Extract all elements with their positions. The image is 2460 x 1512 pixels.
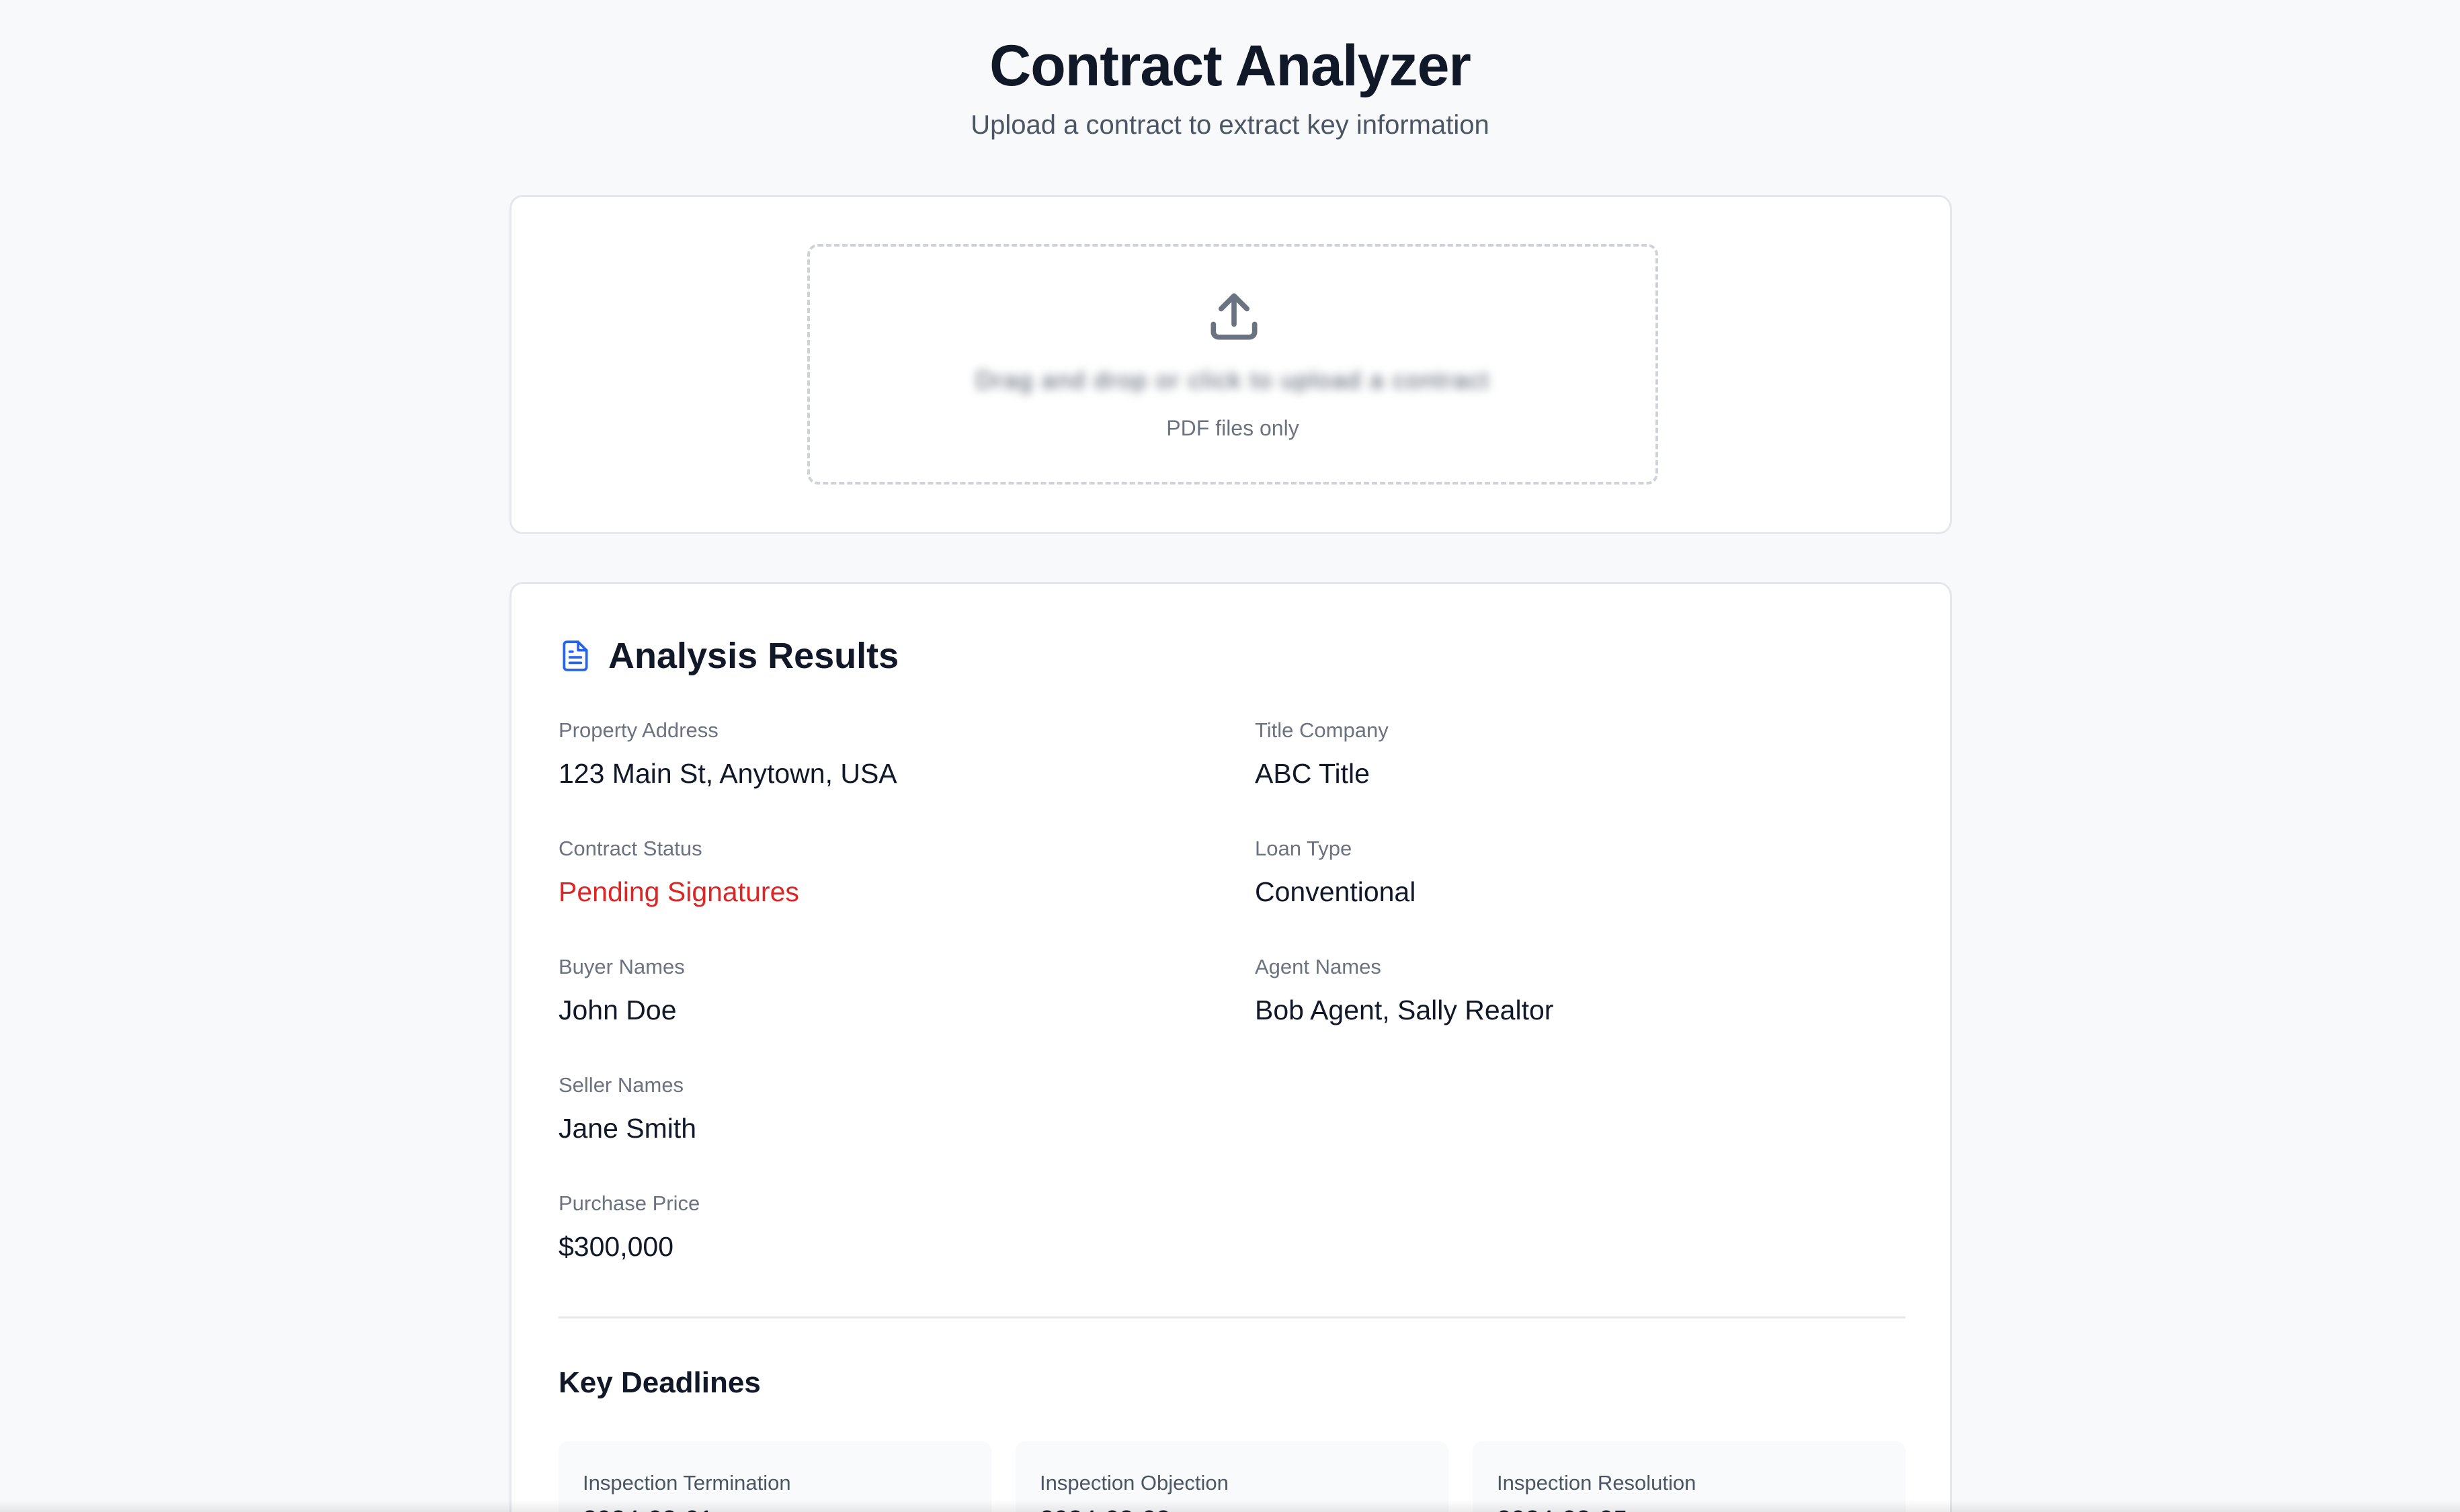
section-divider xyxy=(559,1316,1905,1318)
field-value: John Doe xyxy=(559,995,677,1025)
contract-status-field: Contract Status Pending Signatures xyxy=(559,835,1163,909)
upload-prompt: Drag and drop or click to upload a contr… xyxy=(975,366,1490,394)
field-value: Jane Smith xyxy=(559,1113,697,1144)
results-card: Analysis Results Property Address 123 Ma… xyxy=(509,582,1952,1512)
field-value: Bob Agent, Sally Realtor xyxy=(1255,995,1554,1025)
deadlines-title: Key Deadlines xyxy=(559,1366,761,1399)
seller-names-field: Seller Names Jane Smith xyxy=(559,1072,1163,1146)
field-label: Purchase Price xyxy=(559,1191,700,1215)
upload-icon xyxy=(1211,293,1258,340)
loan-type-field: Loan Type Conventional xyxy=(1255,835,1860,909)
bottom-shadow xyxy=(0,1500,2460,1512)
field-label: Agent Names xyxy=(1255,955,1381,978)
title-company-field: Title Company ABC Title xyxy=(1255,717,1860,791)
buyer-names-field: Buyer Names John Doe xyxy=(559,954,1163,1027)
results-title: Analysis Results xyxy=(608,636,899,676)
field-label: Buyer Names xyxy=(559,955,685,978)
page-header: Contract Analyzer Upload a contract to e… xyxy=(0,32,2460,142)
purchase-price-field: Purchase Price $300,000 xyxy=(559,1190,1163,1264)
document-icon xyxy=(563,640,588,671)
field-value: $300,000 xyxy=(559,1231,674,1262)
file-dropzone[interactable]: Drag and drop or click to upload a contr… xyxy=(807,244,1658,485)
field-value: Conventional xyxy=(1255,876,1416,907)
upload-hint: PDF files only xyxy=(1166,416,1299,440)
contract-analyzer-page: Contract Analyzer Upload a contract to e… xyxy=(0,0,2460,1512)
field-label: Loan Type xyxy=(1255,837,1352,860)
field-label: Property Address xyxy=(559,718,719,742)
agent-names-field: Agent Names Bob Agent, Sally Realtor xyxy=(1255,954,1860,1027)
field-value: ABC Title xyxy=(1255,758,1370,789)
results-header: Analysis Results xyxy=(559,632,899,679)
deadline-label: Inspection Objection xyxy=(1040,1471,1229,1495)
property-address-field: Property Address 123 Main St, Anytown, U… xyxy=(559,717,1163,791)
page-subtitle: Upload a contract to extract key informa… xyxy=(971,110,1489,140)
page-title: Contract Analyzer xyxy=(989,34,1471,98)
field-label: Title Company xyxy=(1255,718,1389,742)
deadline-label: Inspection Resolution xyxy=(1497,1471,1696,1495)
field-value: 123 Main St, Anytown, USA xyxy=(559,758,897,789)
status-value: Pending Signatures xyxy=(559,876,799,907)
field-label: Contract Status xyxy=(559,837,702,860)
field-label: Seller Names xyxy=(559,1073,684,1097)
upload-card: Drag and drop or click to upload a contr… xyxy=(509,195,1952,534)
deadline-label: Inspection Termination xyxy=(583,1471,791,1495)
